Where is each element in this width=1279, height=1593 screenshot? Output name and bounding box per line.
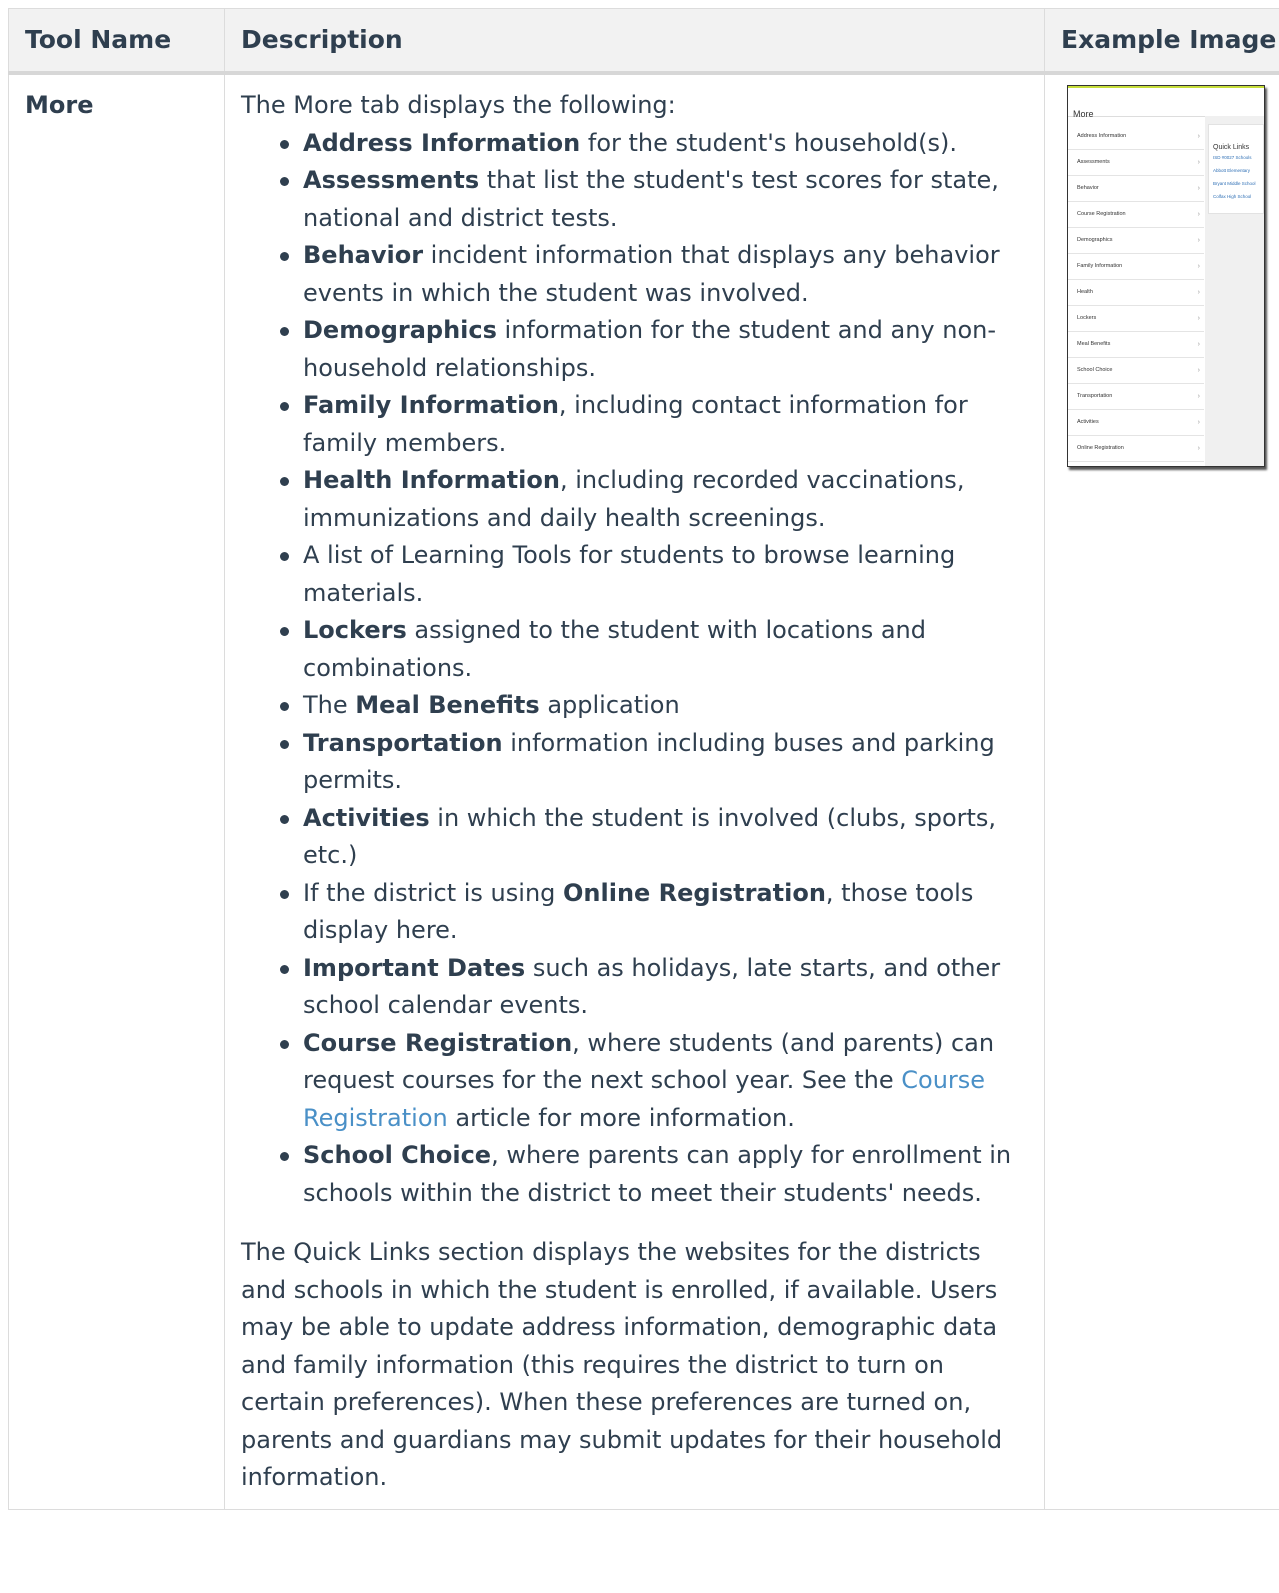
header-example-image: Example Image <box>1044 8 1279 75</box>
list-item: Health Information, including recorded v… <box>280 462 1030 537</box>
quick-links-title: Quick Links <box>1213 144 1250 151</box>
tools-table: Tool Name Description Example Image More… <box>8 8 1279 1510</box>
list-item: Transportation information including bus… <box>280 725 1030 800</box>
list-item: Address Information for the student's ho… <box>280 125 1030 163</box>
list-item: Important Dates such as holidays, late s… <box>280 950 1030 1025</box>
quick-link: Colfax High School <box>1213 194 1252 199</box>
list-item: Behavior incident information that displ… <box>280 237 1030 312</box>
screenshot-quick-links: Quick Links ISD #0027 Schools Abbott Elem… <box>1208 124 1264 214</box>
list-item: The Meal Benefits application <box>280 687 1030 725</box>
list-item-course-registration: Course Registration, where students (and… <box>280 1025 1030 1138</box>
list-item: Activities in which the student is invol… <box>280 800 1030 875</box>
screenshot-menu-label: Online Registration <box>1077 444 1124 451</box>
example-image-cell: More Address Information › Assessments › Beh… <box>1044 72 1279 1510</box>
list-item: A list of Learning Tools for students to… <box>280 537 1030 612</box>
table-header-row: Tool Name Description Example Image <box>8 8 1279 75</box>
quick-link: ISD #0027 Schools <box>1213 155 1252 160</box>
quick-links-paragraph: The Quick Links section displays the web… <box>241 1238 1003 1491</box>
description-intro: The More tab displays the following: <box>241 91 676 119</box>
quick-link: Bryant Middle School <box>1213 181 1256 186</box>
header-description: Description <box>224 8 1045 75</box>
screenshot-menu-item: Online Registration › <box>1068 436 1204 462</box>
chevron-right-icon: › <box>1197 444 1200 452</box>
screenshot-menu-list: Address Information › Assessments › Behavior… <box>1068 124 1204 462</box>
header-tool-name: Tool Name <box>8 8 225 75</box>
quick-link: Abbott Elementary <box>1213 168 1251 173</box>
description-cell: The More tab displays the following: Add… <box>224 72 1045 1510</box>
screenshot-title: More <box>1068 88 1264 119</box>
list-item: Assessments that list the student's test… <box>280 162 1030 237</box>
list-item: Family Information, including contact in… <box>280 387 1030 462</box>
more-tab-screenshot: More Address Information › Assessments › Beh… <box>1067 85 1265 467</box>
list-item: Demographics information for the student… <box>280 312 1030 387</box>
feature-list: Address Information for the student's ho… <box>241 125 1030 1213</box>
list-item: If the district is using Online Registra… <box>280 875 1030 950</box>
list-item: Lockers assigned to the student with loc… <box>280 612 1030 687</box>
table-row: More The More tab displays the following… <box>8 72 1279 1510</box>
tool-name-cell: More <box>8 72 225 1510</box>
list-item-school-choice: School Choice, where parents can apply f… <box>280 1137 1030 1212</box>
